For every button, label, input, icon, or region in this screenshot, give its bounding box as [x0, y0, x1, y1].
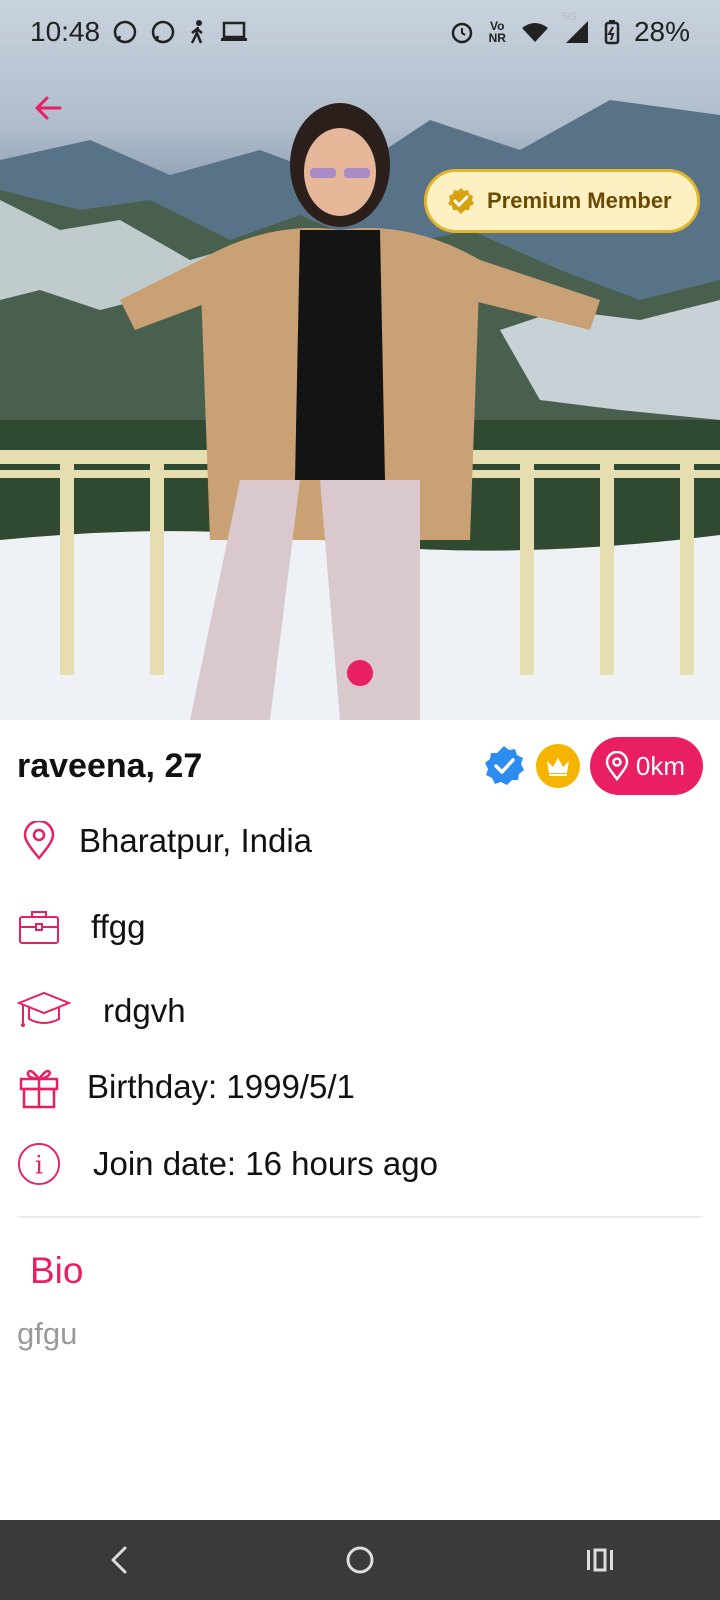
- battery-percent: 28%: [633, 16, 690, 47]
- distance-badge: 0km: [589, 737, 703, 795]
- signal-type-label: 5G: [561, 11, 577, 23]
- arrow-left-icon: [35, 96, 62, 120]
- home-icon: [346, 1546, 374, 1574]
- recents-icon: [587, 1548, 613, 1572]
- gift-icon: [17, 1065, 61, 1109]
- nav-home-button[interactable]: [320, 1530, 400, 1590]
- svg-text:i: i: [35, 1151, 43, 1180]
- join-date-text: Join date: 16 hours ago: [93, 1145, 438, 1182]
- whatsapp-icon: [112, 19, 138, 45]
- distance-value: 0km: [635, 750, 685, 781]
- location-pin-icon: [17, 819, 61, 863]
- system-nav-bar: [0, 1520, 720, 1600]
- birthday-text: Birthday: 1999/5/1: [87, 1068, 355, 1105]
- premium-check-icon: [448, 188, 474, 214]
- status-bar: 10:48 Vo NR 5G 28%: [0, 0, 720, 64]
- location-text: Bharatpur, India: [79, 822, 312, 859]
- location-pin-icon: [605, 751, 629, 781]
- premium-member-badge: Premium Member: [424, 169, 700, 233]
- photo-page-indicator[interactable]: [347, 660, 373, 686]
- job-row: ffgg: [17, 902, 145, 952]
- laptop-icon: [220, 21, 248, 43]
- briefcase-icon: [17, 905, 61, 949]
- back-icon: [111, 1546, 127, 1574]
- wifi-icon: [520, 20, 550, 44]
- profile-name-age: raveena, 27: [17, 746, 203, 785]
- crown-icon: [535, 744, 580, 788]
- profile-photo[interactable]: 10:48 Vo NR 5G 28% Premium Member: [0, 0, 720, 720]
- whatsapp-business-icon: [150, 19, 176, 45]
- education-row: rdgvh: [17, 986, 186, 1036]
- birthday-row: Birthday: 1999/5/1: [17, 1062, 355, 1112]
- cell-signal-icon: 5G: [562, 11, 590, 45]
- alarm-icon: [449, 19, 475, 45]
- education-text: rdgvh: [103, 992, 186, 1029]
- walking-icon: [188, 19, 208, 45]
- nav-recents-button[interactable]: [560, 1530, 640, 1590]
- photo-scene: [0, 100, 720, 720]
- job-text: ffgg: [91, 908, 146, 945]
- battery-icon: [604, 19, 620, 45]
- volte-icon: Vo NR: [489, 20, 506, 44]
- section-divider: [17, 1216, 703, 1218]
- premium-member-label: Premium Member: [487, 188, 672, 213]
- info-icon: i: [17, 1142, 61, 1186]
- back-button[interactable]: [24, 84, 72, 132]
- nav-back-button[interactable]: [80, 1530, 160, 1590]
- location-row: Bharatpur, India: [17, 816, 312, 866]
- bio-heading: Bio: [30, 1250, 84, 1291]
- verified-icon: [482, 744, 526, 788]
- join-date-row: i Join date: 16 hours ago: [17, 1139, 438, 1189]
- graduation-cap-icon: [17, 989, 71, 1033]
- status-time: 10:48: [30, 16, 101, 47]
- bio-text: gfgu: [17, 1316, 78, 1351]
- network-bottom-label: NR: [488, 31, 506, 45]
- name-row: raveena, 27 0km: [17, 736, 703, 796]
